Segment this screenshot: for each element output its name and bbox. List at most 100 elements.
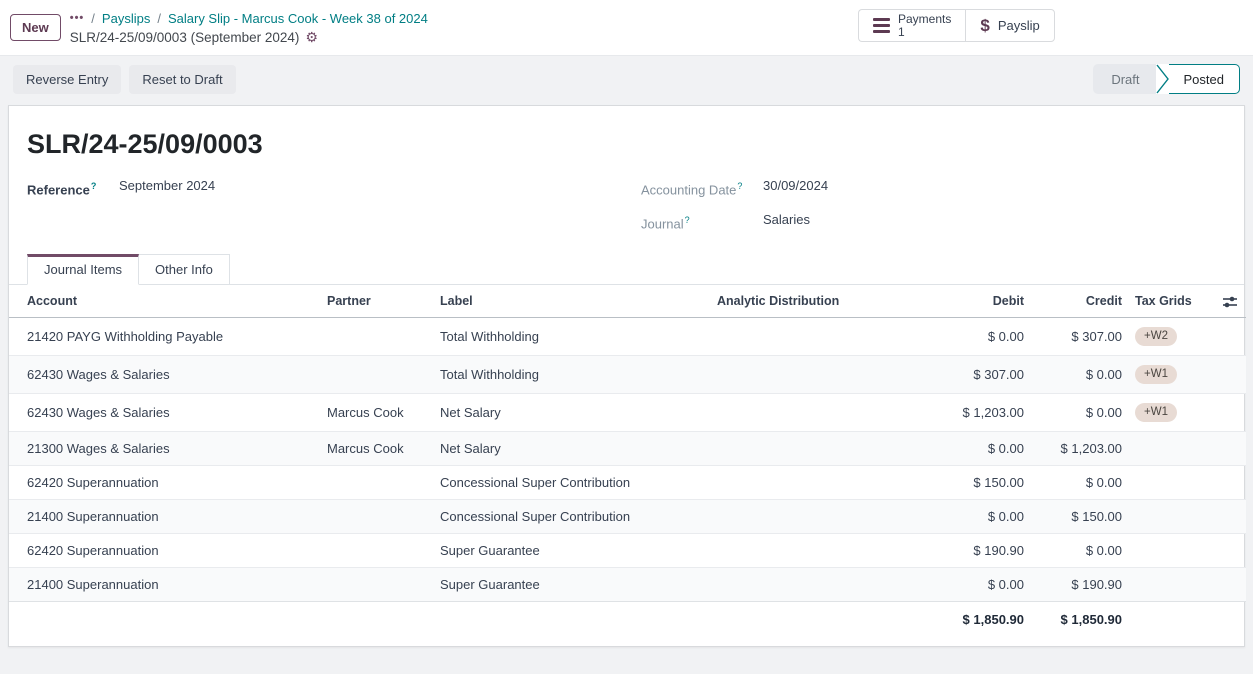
stat-button-group: Payments 1 $ Payslip <box>858 9 1055 42</box>
tab-journal-items[interactable]: Journal Items <box>27 254 139 285</box>
sliders-icon[interactable] <box>1222 295 1238 309</box>
status-stage-draft[interactable]: Draft <box>1093 64 1155 94</box>
help-icon: ? <box>91 181 97 191</box>
tax-grid-badge: +W1 <box>1135 365 1177 384</box>
payments-count: 1 <box>898 26 951 39</box>
cell-partner <box>319 499 432 533</box>
cell-analytic-distribution <box>709 533 879 567</box>
journal-field[interactable]: Salaries <box>763 210 810 234</box>
cell-partner <box>319 465 432 499</box>
cell-debit: $ 0.00 <box>879 499 1032 533</box>
table-row[interactable]: 21400 Superannuation Concessional Super … <box>9 499 1246 533</box>
cell-analytic-distribution <box>709 393 879 431</box>
tax-grid-badge: +W1 <box>1135 403 1177 422</box>
column-header-label[interactable]: Label <box>432 285 709 318</box>
cell-credit: $ 0.00 <box>1032 355 1130 393</box>
accounting-date-field[interactable]: 30/09/2024 <box>763 176 828 200</box>
dollar-icon: $ <box>980 16 989 36</box>
table-row[interactable]: 21300 Wages & Salaries Marcus Cook Net S… <box>9 431 1246 465</box>
status-stage-posted[interactable]: Posted <box>1156 64 1240 94</box>
cell-credit: $ 307.00 <box>1032 317 1130 355</box>
list-icon <box>873 18 890 33</box>
cell-spacer <box>1207 317 1246 355</box>
cell-label: Super Guarantee <box>432 567 709 601</box>
cell-partner <box>319 533 432 567</box>
cell-account: 21400 Superannuation <box>9 567 319 601</box>
cell-spacer <box>1207 533 1246 567</box>
gear-icon[interactable]: ⚙ <box>305 30 318 44</box>
cell-tax-grids: +W1 <box>1130 355 1207 393</box>
cell-account: 62430 Wages & Salaries <box>9 355 319 393</box>
table-row[interactable]: 21400 Superannuation Super Guarantee $ 0… <box>9 567 1246 601</box>
payslip-stat-button[interactable]: $ Payslip <box>965 9 1054 42</box>
tab-other-info[interactable]: Other Info <box>139 254 230 284</box>
cell-label: Total Withholding <box>432 355 709 393</box>
cell-spacer <box>1207 567 1246 601</box>
form-sheet: SLR/24-25/09/0003 Reference? September 2… <box>8 105 1245 647</box>
field-groups: Reference? September 2024 Accounting Dat… <box>27 176 1228 245</box>
column-header-debit[interactable]: Debit <box>879 285 1032 318</box>
payments-label: Payments <box>898 13 951 26</box>
reference-label: Reference? <box>27 176 119 200</box>
table-row[interactable]: 62420 Superannuation Concessional Super … <box>9 465 1246 499</box>
control-panel: Reverse Entry Reset to Draft Draft Poste… <box>0 56 1253 102</box>
breadcrumb-separator: / <box>91 9 95 28</box>
breadcrumb-overflow-menu[interactable]: ••• <box>70 9 85 28</box>
cell-credit: $ 0.00 <box>1032 533 1130 567</box>
optional-columns-header <box>1207 285 1246 318</box>
cell-spacer <box>1207 431 1246 465</box>
payslip-label: Payslip <box>998 18 1040 33</box>
breadcrumb-link-salary-slip[interactable]: Salary Slip - Marcus Cook - Week 38 of 2… <box>168 9 428 28</box>
status-bar: Draft Posted <box>1093 64 1240 94</box>
cell-spacer <box>1207 355 1246 393</box>
cell-debit: $ 1,203.00 <box>879 393 1032 431</box>
cell-label: Concessional Super Contribution <box>432 465 709 499</box>
breadcrumb-link-payslips[interactable]: Payslips <box>102 9 150 28</box>
cell-account: 21420 PAYG Withholding Payable <box>9 317 319 355</box>
cell-analytic-distribution <box>709 465 879 499</box>
help-icon: ? <box>737 181 742 191</box>
column-header-analytic[interactable]: Analytic Distribution <box>709 285 879 318</box>
cell-partner: Marcus Cook <box>319 431 432 465</box>
status-posted-label: Posted <box>1169 64 1240 94</box>
table-row[interactable]: 62430 Wages & Salaries Marcus Cook Net S… <box>9 393 1246 431</box>
column-header-account[interactable]: Account <box>9 285 319 318</box>
cell-tax-grids: +W1 <box>1130 393 1207 431</box>
total-credit: $ 1,850.90 <box>1032 601 1130 637</box>
cell-analytic-distribution <box>709 499 879 533</box>
cell-credit: $ 0.00 <box>1032 393 1130 431</box>
cell-debit: $ 0.00 <box>879 317 1032 355</box>
table-header-row: Account Partner Label Analytic Distribut… <box>9 285 1246 318</box>
cell-analytic-distribution <box>709 431 879 465</box>
chevron-right-icon <box>1156 64 1169 94</box>
cell-analytic-distribution <box>709 355 879 393</box>
new-button[interactable]: New <box>10 14 61 41</box>
cell-debit: $ 307.00 <box>879 355 1032 393</box>
cell-label: Net Salary <box>432 431 709 465</box>
cell-debit: $ 0.00 <box>879 567 1032 601</box>
notebook-tabs: Journal Items Other Info <box>9 254 1244 285</box>
cell-label: Concessional Super Contribution <box>432 499 709 533</box>
reference-field[interactable]: September 2024 <box>119 176 215 200</box>
cell-credit: $ 1,203.00 <box>1032 431 1130 465</box>
table-row[interactable]: 21420 PAYG Withholding Payable Total Wit… <box>9 317 1246 355</box>
breadcrumb: ••• / Payslips / Salary Slip - Marcus Co… <box>70 9 428 47</box>
column-header-partner[interactable]: Partner <box>319 285 432 318</box>
cell-spacer <box>1207 465 1246 499</box>
cell-tax-grids <box>1130 465 1207 499</box>
table-row[interactable]: 62430 Wages & Salaries Total Withholding… <box>9 355 1246 393</box>
cell-spacer <box>1207 393 1246 431</box>
cell-tax-grids <box>1130 567 1207 601</box>
cell-credit: $ 190.90 <box>1032 567 1130 601</box>
cell-account: 21400 Superannuation <box>9 499 319 533</box>
column-header-tax-grids[interactable]: Tax Grids <box>1130 285 1207 318</box>
cell-debit: $ 150.00 <box>879 465 1032 499</box>
payments-stat-button[interactable]: Payments 1 <box>858 9 965 42</box>
reverse-entry-button[interactable]: Reverse Entry <box>13 65 121 94</box>
column-header-credit[interactable]: Credit <box>1032 285 1130 318</box>
table-row[interactable]: 62420 Superannuation Super Guarantee $ 1… <box>9 533 1246 567</box>
reset-to-draft-button[interactable]: Reset to Draft <box>129 65 235 94</box>
cell-account: 62430 Wages & Salaries <box>9 393 319 431</box>
cell-debit: $ 190.90 <box>879 533 1032 567</box>
cell-partner <box>319 567 432 601</box>
